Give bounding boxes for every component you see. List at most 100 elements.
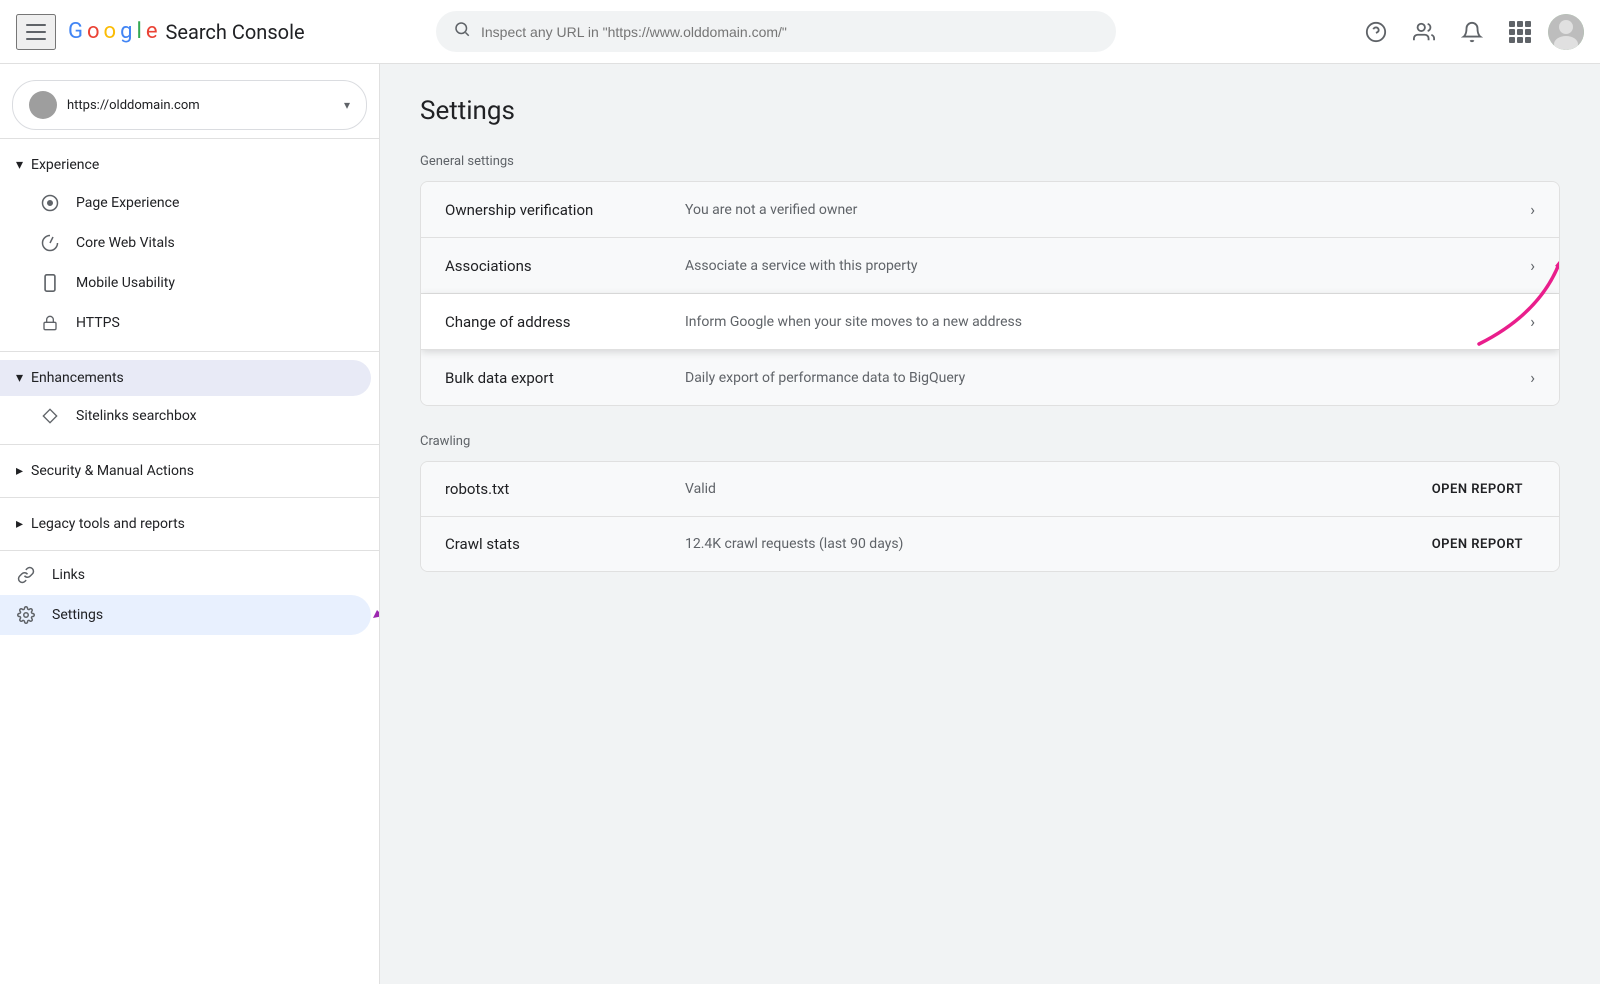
sidebar-section-enhancements-label: Enhancements bbox=[31, 370, 124, 386]
chevron-right-icon-3: › bbox=[1530, 312, 1535, 331]
associations-value: Associate a service with this property bbox=[685, 258, 1530, 274]
lock-icon bbox=[40, 313, 60, 333]
mobile-icon bbox=[40, 273, 60, 293]
help-button[interactable] bbox=[1356, 12, 1396, 52]
crawling-card: robots.txt Valid OPEN REPORT Crawl stats… bbox=[420, 461, 1560, 572]
logo-g: G bbox=[68, 19, 83, 44]
header-right bbox=[1356, 12, 1584, 52]
change-of-address-value: Inform Google when your site moves to a … bbox=[685, 314, 1530, 330]
change-of-address-label: Change of address bbox=[445, 313, 685, 331]
logo-l: l bbox=[136, 19, 141, 44]
sidebar-item-https-label: HTTPS bbox=[76, 315, 120, 331]
sidebar-section-legacy: ▸ Legacy tools and reports bbox=[0, 502, 379, 546]
logo-e: e bbox=[146, 19, 158, 44]
settings-row-associations[interactable]: Associations Associate a service with th… bbox=[421, 238, 1559, 294]
menu-button[interactable] bbox=[16, 14, 56, 50]
chevron-right-icon-2: › bbox=[1530, 256, 1535, 275]
sidebar-section-experience: ▾ Experience Page Experience Core Web Vi… bbox=[0, 143, 379, 347]
sidebar-section-experience-label: Experience bbox=[31, 157, 99, 173]
chevron-right-icon-4: › bbox=[1530, 368, 1535, 387]
settings-row-bulk-data-export[interactable]: Bulk data export Daily export of perform… bbox=[421, 350, 1559, 405]
sidebar-section-security-label: Security & Manual Actions bbox=[31, 463, 194, 479]
bulk-data-export-label: Bulk data export bbox=[445, 369, 685, 387]
main-content: Settings General settings Ownership veri… bbox=[380, 64, 1600, 984]
sidebar-item-mobile-usability[interactable]: Mobile Usability bbox=[0, 263, 379, 303]
product-name: Search Console bbox=[165, 20, 304, 44]
robots-txt-value: Valid bbox=[685, 481, 1432, 497]
sidebar-section-security-header[interactable]: ▸ Security & Manual Actions bbox=[0, 453, 379, 489]
circle-dot-icon bbox=[40, 193, 60, 213]
logo-o2: o bbox=[104, 19, 117, 44]
sidebar-item-page-experience-label: Page Experience bbox=[76, 195, 179, 211]
grid-icon bbox=[1509, 21, 1531, 43]
sidebar-section-legacy-label: Legacy tools and reports bbox=[31, 516, 185, 532]
admin-button[interactable] bbox=[1404, 12, 1444, 52]
bulk-data-export-value: Daily export of performance data to BigQ… bbox=[685, 370, 1530, 386]
change-of-address-container: Change of address Inform Google when you… bbox=[421, 294, 1559, 350]
search-bar[interactable] bbox=[436, 11, 1116, 52]
ownership-label: Ownership verification bbox=[445, 201, 685, 219]
settings-row-crawl-stats[interactable]: Crawl stats 12.4K crawl requests (last 9… bbox=[421, 517, 1559, 571]
sidebar-section-enhancements: ▾ Enhancements Sitelinks searchbox bbox=[0, 356, 379, 440]
settings-row-change-of-address[interactable]: Change of address Inform Google when you… bbox=[421, 294, 1559, 350]
divider-2 bbox=[0, 351, 379, 352]
property-selector[interactable]: https://olddomain.com ▾ bbox=[12, 80, 367, 130]
sidebar-item-page-experience[interactable]: Page Experience bbox=[0, 183, 379, 223]
notifications-button[interactable] bbox=[1452, 12, 1492, 52]
settings-row-ownership[interactable]: Ownership verification You are not a ver… bbox=[421, 182, 1559, 238]
sidebar-item-settings-label: Settings bbox=[52, 607, 103, 623]
search-input[interactable] bbox=[481, 24, 1099, 40]
sidebar-section-enhancements-header[interactable]: ▾ Enhancements bbox=[0, 360, 371, 396]
page-title: Settings bbox=[420, 96, 1560, 126]
general-settings-card: Ownership verification You are not a ver… bbox=[420, 181, 1560, 406]
sidebar-item-links[interactable]: Links bbox=[0, 555, 379, 595]
sidebar-item-https[interactable]: HTTPS bbox=[0, 303, 379, 343]
app-header: Google Search Console bbox=[0, 0, 1600, 64]
crawl-stats-action[interactable]: OPEN REPORT bbox=[1432, 537, 1523, 552]
crawling-title: Crawling bbox=[420, 434, 1560, 449]
layout: https://olddomain.com ▾ ▾ Experience Pag… bbox=[0, 64, 1600, 984]
divider-4 bbox=[0, 497, 379, 498]
robots-txt-label: robots.txt bbox=[445, 480, 685, 498]
settings-row-robots-txt[interactable]: robots.txt Valid OPEN REPORT bbox=[421, 462, 1559, 517]
sidebar-item-links-label: Links bbox=[52, 567, 85, 583]
property-avatar bbox=[29, 91, 57, 119]
associations-label: Associations bbox=[445, 257, 685, 275]
general-settings-section: General settings Ownership verification … bbox=[420, 154, 1560, 406]
links-icon bbox=[16, 565, 36, 585]
sidebar-section-legacy-header[interactable]: ▸ Legacy tools and reports bbox=[0, 506, 379, 542]
sidebar-item-settings[interactable]: Settings bbox=[0, 595, 371, 635]
general-settings-title: General settings bbox=[420, 154, 1560, 169]
avatar[interactable] bbox=[1548, 14, 1584, 50]
logo: Google Search Console bbox=[68, 19, 305, 44]
settings-row-container: Settings bbox=[0, 595, 379, 635]
logo-g2: g bbox=[120, 19, 132, 44]
gauge-icon bbox=[40, 233, 60, 253]
crawl-stats-value: 12.4K crawl requests (last 90 days) bbox=[685, 536, 1432, 552]
sidebar-item-sitelinks-searchbox[interactable]: Sitelinks searchbox bbox=[0, 396, 379, 436]
collapse-icon: ▾ bbox=[16, 157, 23, 173]
diamond-icon bbox=[40, 406, 60, 426]
divider bbox=[0, 138, 379, 139]
sidebar-item-mobile-usability-label: Mobile Usability bbox=[76, 275, 175, 291]
chevron-right-icon: › bbox=[1530, 200, 1535, 219]
sidebar-item-sitelinks-label: Sitelinks searchbox bbox=[76, 408, 197, 424]
header-left: Google Search Console bbox=[16, 14, 436, 50]
chevron-down-icon: ▾ bbox=[344, 98, 350, 112]
collapse-icon-enhancements: ▾ bbox=[16, 370, 23, 386]
sidebar-item-core-web-vitals[interactable]: Core Web Vitals bbox=[0, 223, 379, 263]
settings-icon bbox=[16, 605, 36, 625]
crawling-section: Crawling robots.txt Valid OPEN REPORT Cr… bbox=[420, 434, 1560, 572]
expand-icon-legacy: ▸ bbox=[16, 516, 23, 532]
sidebar: https://olddomain.com ▾ ▾ Experience Pag… bbox=[0, 64, 380, 984]
sidebar-section-experience-header[interactable]: ▾ Experience bbox=[0, 147, 379, 183]
apps-button[interactable] bbox=[1500, 12, 1540, 52]
divider-3 bbox=[0, 444, 379, 445]
crawl-stats-label: Crawl stats bbox=[445, 535, 685, 553]
ownership-value: You are not a verified owner bbox=[685, 202, 1530, 218]
property-name: https://olddomain.com bbox=[67, 98, 334, 113]
logo-o1: o bbox=[87, 19, 100, 44]
sidebar-item-core-web-vitals-label: Core Web Vitals bbox=[76, 235, 175, 251]
robots-txt-action[interactable]: OPEN REPORT bbox=[1432, 482, 1523, 497]
sidebar-section-security: ▸ Security & Manual Actions bbox=[0, 449, 379, 493]
